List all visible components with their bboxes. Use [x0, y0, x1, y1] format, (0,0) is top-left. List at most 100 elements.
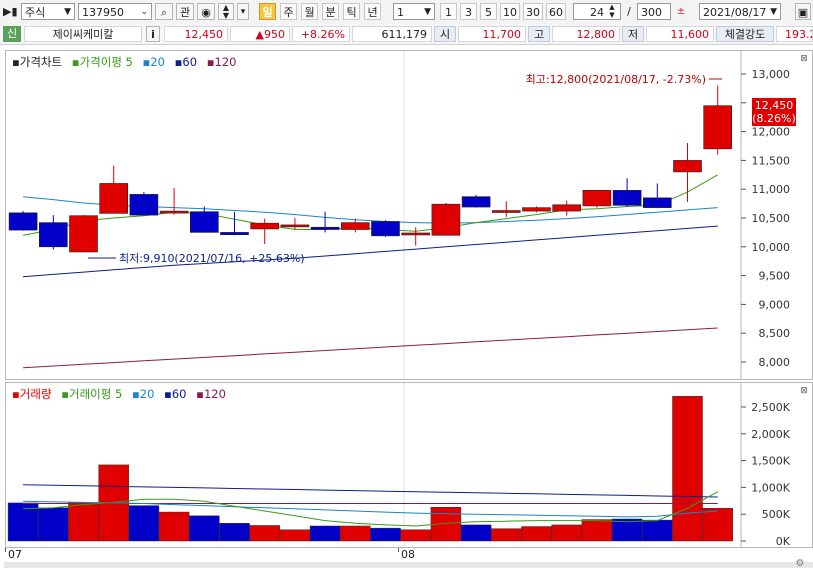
high-label: 고 — [528, 26, 550, 42]
candle-body-down — [612, 190, 642, 206]
stock-code-value: 137950 — [82, 6, 124, 19]
volume-bar — [581, 519, 613, 542]
chart-scrollbar[interactable] — [4, 562, 813, 568]
chart-toolbar: ▶▮ 주식 ▼ 137950 ⌄ ⌕ 관 ◉ ▲ ▼ ▾ 일 주 월 분 틱 년 … — [0, 0, 813, 25]
interval-select[interactable]: 1 ▼ — [393, 3, 435, 20]
volume-bar — [400, 529, 431, 542]
code-up-down-stepper[interactable]: ▲ ▼ — [218, 3, 234, 20]
volume-bar — [309, 525, 341, 542]
date-picker[interactable]: 2021/08/17 ▼ — [699, 3, 781, 20]
price-tick-label: 8,000 — [759, 356, 791, 369]
favorite-button[interactable]: ◉ — [197, 3, 215, 20]
candle-body-up — [401, 232, 431, 236]
scroll-settings-icon[interactable]: ⚙ — [793, 558, 807, 569]
candle-body-up — [340, 222, 370, 230]
candle-body-up — [673, 160, 702, 173]
last-price-label: 12,450 — [755, 99, 794, 112]
candle-body-down — [642, 197, 672, 208]
x-label-08: 08 — [401, 548, 415, 561]
volume-bar — [611, 518, 643, 542]
price-tick-label: 9,500 — [759, 270, 791, 283]
low-label: 저 — [622, 26, 644, 42]
x-label-07: 07 — [8, 548, 22, 561]
bar-total-input[interactable]: 300 — [637, 3, 671, 20]
chevron-down-icon: ▾ — [240, 7, 246, 17]
price-chart-panel[interactable]: ▪가격차트 ▪가격이평 5 ▪20 ▪60 ▪120 ⊠ 8,000 8,500 9… — [5, 50, 813, 380]
tab-period-year[interactable]: 년 — [364, 3, 381, 20]
strength-label: 체결강도 — [716, 26, 774, 42]
volume-bar — [279, 529, 311, 542]
bar-count-stepper[interactable]: ▲ ▼ — [606, 3, 618, 20]
zoom-icon[interactable]: ± — [673, 3, 689, 20]
code-dropdown-icon: ⌄ — [140, 7, 148, 17]
tab-period-minute[interactable]: 분 — [322, 3, 339, 20]
x-tick-07 — [5, 548, 6, 552]
candle-body-down — [129, 194, 159, 216]
candle-body-up — [99, 183, 128, 214]
candle-body-up — [280, 224, 310, 228]
volume-bar — [219, 523, 250, 542]
tab-period-week[interactable]: 주 — [280, 3, 297, 20]
volume-bar — [340, 525, 371, 542]
open-label: 시 — [434, 26, 456, 42]
candle-body-up — [552, 204, 582, 212]
candle-body-up — [250, 222, 279, 230]
candle-body-down — [190, 211, 219, 233]
volume-bar — [370, 527, 401, 542]
candle-body-up — [431, 203, 461, 236]
low-price: 11,600 — [646, 26, 714, 42]
bar-total-value: 300 — [641, 6, 662, 19]
volume-tick-label: 2,500K — [751, 401, 790, 414]
volume-tick-label: 1,000K — [751, 481, 790, 494]
tab-period-month[interactable]: 월 — [301, 3, 318, 20]
interval-preset-10[interactable]: 10 — [500, 3, 520, 20]
candle-body-down — [371, 221, 400, 237]
interval-preset-3[interactable]: 3 — [460, 3, 477, 20]
settings-button[interactable]: ▣ — [795, 3, 811, 20]
candle-body-down — [461, 196, 491, 208]
search-button[interactable]: ⌕ — [155, 3, 173, 20]
price-tick-label: 10,000 — [752, 241, 791, 254]
volume-tick-label: 0K — [776, 535, 791, 547]
market-type-value: 주식 — [25, 6, 46, 19]
price-tick-label: 12,000 — [752, 126, 791, 139]
calendar-dropdown-icon: ▼ — [770, 7, 777, 17]
price-change-pct: +8.26% — [292, 26, 350, 42]
price-ma120-line — [23, 327, 718, 369]
volume-bar — [189, 515, 220, 542]
volume-bar — [491, 528, 522, 542]
related-button[interactable]: 관 — [176, 3, 194, 20]
tab-period-tick[interactable]: 틱 — [343, 3, 360, 20]
price-change: ▲950 — [230, 26, 290, 42]
info-button[interactable]: i — [146, 26, 160, 42]
interval-value: 1 — [397, 6, 404, 19]
tab-period-day[interactable]: 일 — [259, 3, 276, 20]
quote-bar: 신 제이씨케미칼 i 12,450 ▲950 +8.26% 611,179 시 … — [0, 24, 813, 45]
price-chart-canvas: 8,000 8,500 9,000 9,500 10,000 10,500 11,000 11… — [8, 51, 796, 379]
more-menu-button[interactable]: ▾ — [237, 3, 249, 20]
volume-bar — [128, 505, 160, 542]
interval-preset-5[interactable]: 5 — [480, 3, 497, 20]
candle-body-down — [220, 232, 249, 236]
interval-preset-60[interactable]: 60 — [546, 3, 566, 20]
price-tick-label: 13,000 — [752, 68, 791, 81]
stock-code-input[interactable]: 137950 ⌄ — [78, 3, 152, 20]
high-price: 12,800 — [552, 26, 620, 42]
pin-icon: ◉ — [201, 6, 211, 19]
candle-body-up — [522, 207, 551, 212]
interval-preset-30[interactable]: 30 — [523, 3, 543, 20]
candle-body-up — [69, 215, 98, 253]
stock-name: 제이씨케미칼 — [24, 26, 142, 42]
volume-chart-panel[interactable]: ▪거래량 ▪거래이평 5 ▪20 ▪60 ▪120 ⊠ 0K 500K 1,000K… — [5, 382, 813, 548]
candle-body-down — [310, 226, 340, 230]
volume-bar — [551, 524, 582, 542]
volume-bar — [460, 524, 492, 542]
market-type-select[interactable]: 주식 ▼ — [21, 3, 75, 20]
credit-badge: 신 — [3, 26, 21, 42]
volume-bar — [702, 507, 733, 542]
stepper-down-icon: ▼ — [222, 11, 230, 20]
price-tick-label: 8,500 — [759, 327, 791, 340]
interval-preset-1[interactable]: 1 — [440, 3, 457, 20]
panel-toggle-icon[interactable]: ▶▮ — [3, 3, 18, 20]
candle-body-up — [159, 210, 189, 214]
